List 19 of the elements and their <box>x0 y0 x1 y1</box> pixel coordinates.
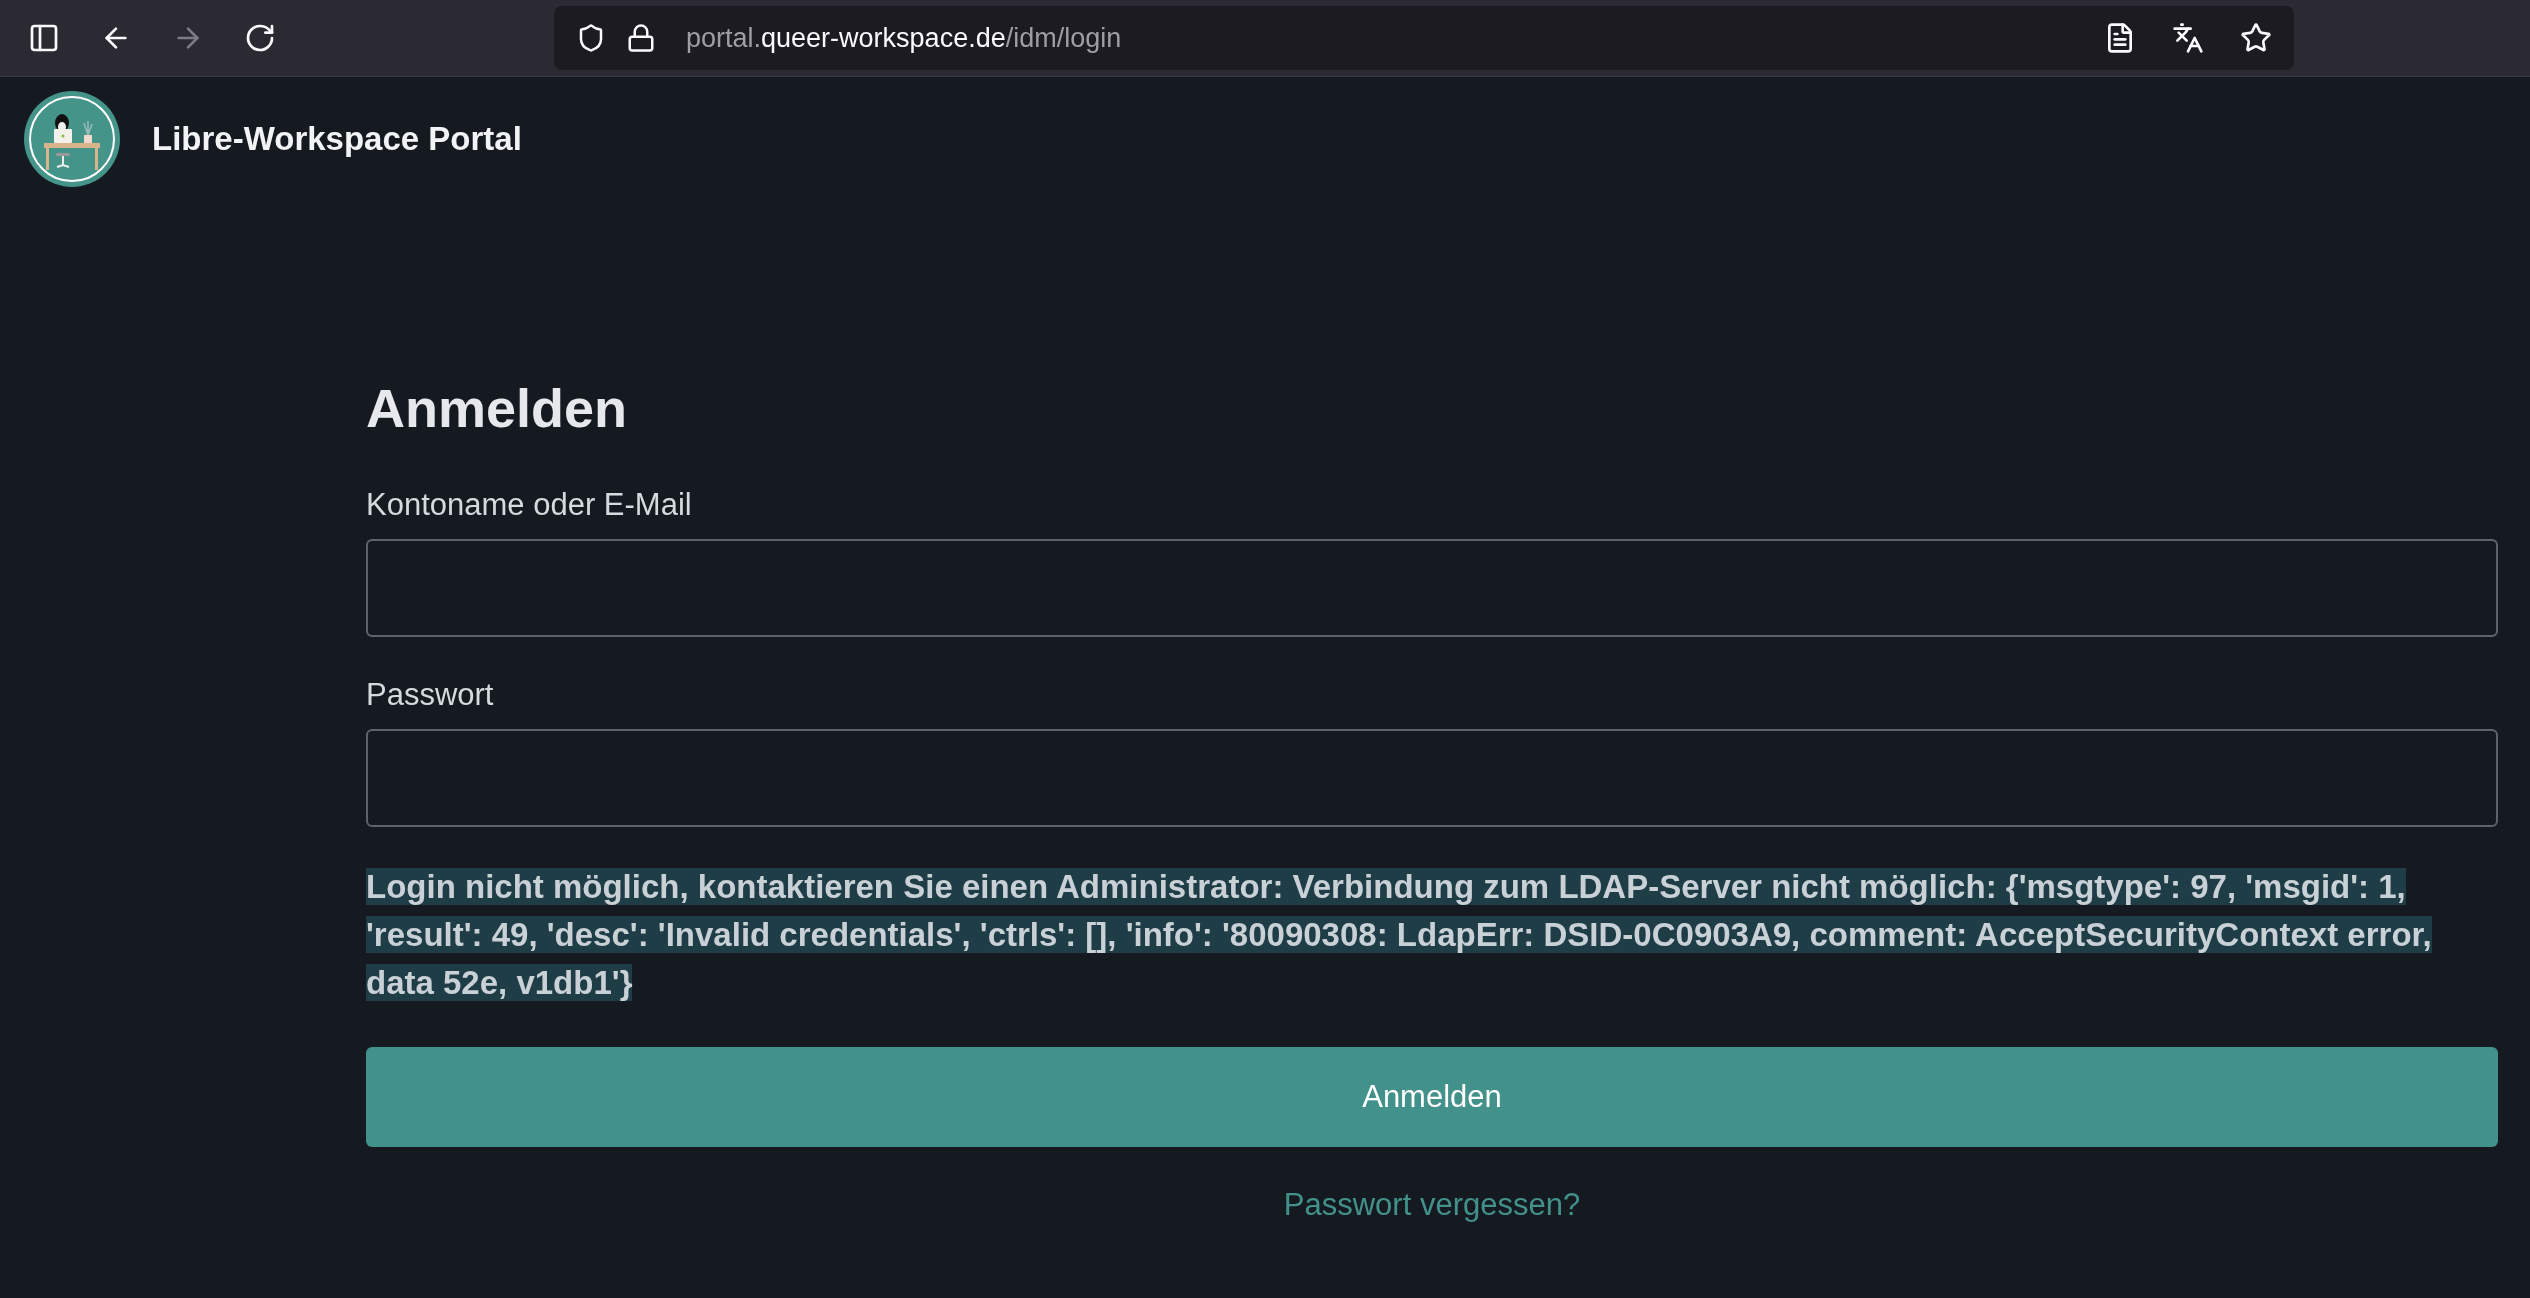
url-text: portal.queer-workspace.de/idm/login <box>686 22 1123 54</box>
reload-icon <box>244 22 276 54</box>
star-icon <box>2240 22 2272 54</box>
sidebar-icon <box>28 22 60 54</box>
translate-icon <box>2172 22 2204 54</box>
address-bar[interactable]: portal.queer-workspace.de/idm/login <box>554 6 2294 70</box>
forgot-password-link[interactable]: Passwort vergessen? <box>1283 1187 1581 1223</box>
translate-button[interactable] <box>2172 22 2204 54</box>
site-title: Libre-Workspace Portal <box>152 120 522 158</box>
star-button[interactable] <box>2240 22 2272 54</box>
field-label: Kontoname oder E-Mail <box>366 487 693 523</box>
error-message: Login nicht möglich, kontaktieren Sie einen Administrator: Verbindung zum LDAP-Server nicht möglich: {'msgtype': 97, 'msgid': 1, 'result': 49, 'desc': 'Invalid credentials', 'ctrls': [], 'info': '80090308: LdapErr: DSID-0C0903A9, comment: AcceptSecurityContext error, data 52e, v1db1'} <box>366 867 2433 1003</box>
field-label: Passwort <box>366 677 495 713</box>
page-heading: Anmelden <box>366 377 629 439</box>
input-field[interactable] <box>366 729 2498 827</box>
login-button[interactable]: Anmelden <box>366 1047 2498 1147</box>
lock-icon <box>626 23 656 53</box>
input-field[interactable] <box>366 539 2498 637</box>
logo-icon <box>24 91 120 187</box>
